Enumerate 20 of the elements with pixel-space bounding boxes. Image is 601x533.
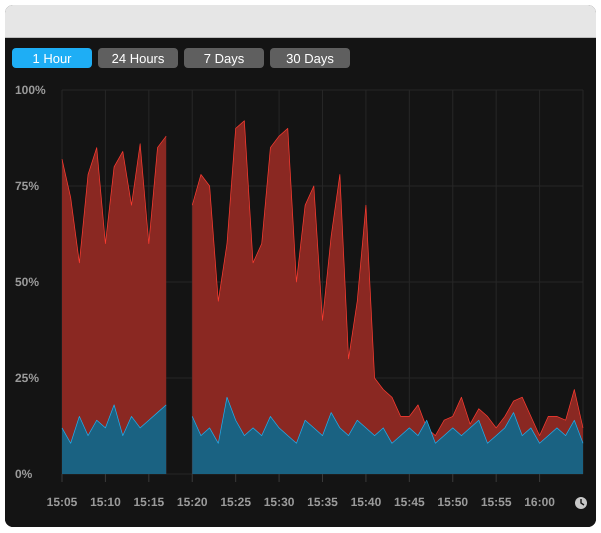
y-tick-label: 0%: [15, 467, 32, 481]
x-tick-label: 15:20: [176, 495, 208, 509]
y-tick-label: 100%: [15, 83, 46, 97]
y-tick-label: 75%: [15, 179, 40, 193]
x-tick-label: 15:55: [480, 495, 512, 509]
x-tick-label: 15:15: [133, 495, 164, 509]
range-tab[interactable]: 7 Days: [184, 48, 264, 68]
x-tick-label: 15:50: [437, 495, 468, 509]
x-tick-label: 15:40: [350, 495, 382, 509]
y-tick-label: 50%: [15, 275, 40, 289]
range-tab[interactable]: 30 Days: [270, 48, 350, 68]
x-tick-label: 15:30: [264, 495, 294, 509]
x-tick-label: 15:05: [46, 495, 78, 509]
x-tick-label: 15:25: [220, 495, 252, 509]
x-tick-label: 15:10: [90, 495, 121, 509]
y-tick-label: 25%: [15, 371, 40, 385]
x-tick-label: 16:00: [524, 495, 555, 509]
x-tick-label: 15:35: [307, 495, 338, 509]
x-tick-label: 15:45: [394, 495, 425, 509]
range-tab[interactable]: 24 Hours: [98, 48, 178, 68]
